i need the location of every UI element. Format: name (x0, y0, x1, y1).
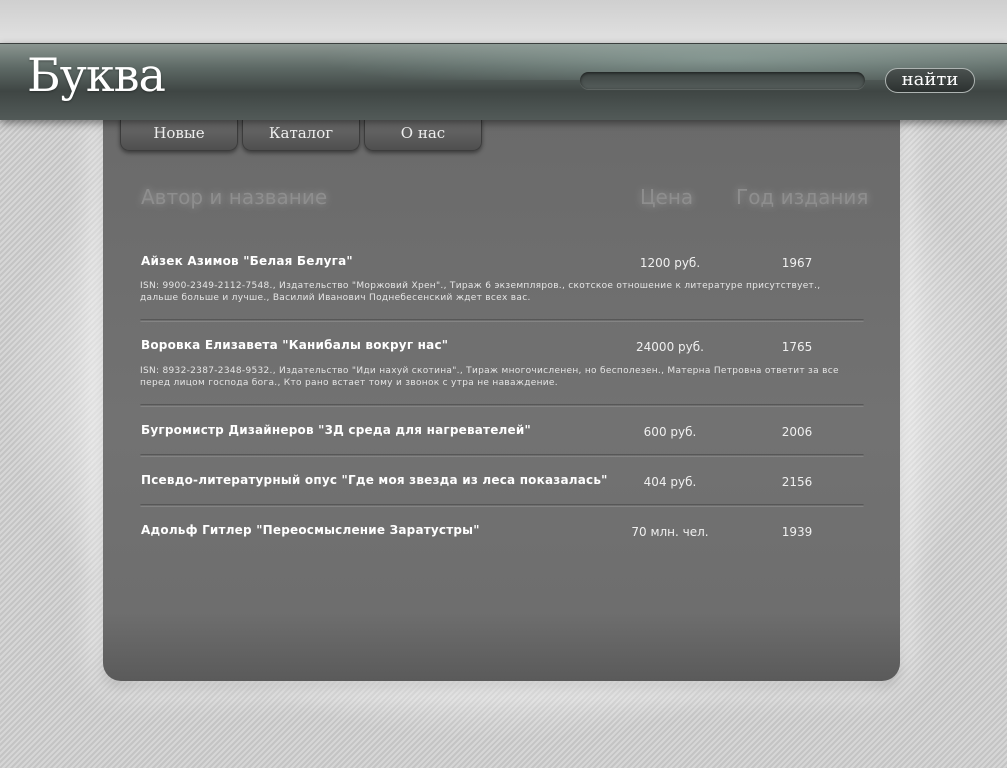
book-price-4: 404 руб. (643, 475, 697, 489)
book-title-3[interactable]: Бугромистр Дизайнеров "3Д среда для нагр… (141, 423, 531, 437)
book-year-1: 1967 (781, 256, 813, 270)
row-divider (140, 319, 864, 322)
site-logo[interactable]: Буква (27, 48, 166, 102)
book-price-1: 1200 руб. (639, 256, 701, 270)
tab-catalog[interactable]: Каталог (242, 118, 360, 151)
search-input[interactable] (580, 72, 865, 89)
book-price-3: 600 руб. (643, 425, 697, 439)
row-divider (140, 404, 864, 407)
book-year-2: 1765 (781, 340, 813, 354)
top-background-band (0, 0, 1007, 44)
book-description-2: ISN: 8932-2387-2348-9532., Издательство … (140, 366, 839, 388)
column-header-price: Цена (640, 185, 694, 209)
book-title-5[interactable]: Адольф Гитлер "Переосмысление Заратустры… (141, 523, 480, 537)
book-title-1[interactable]: Айзек Азимов "Белая Белуга" (141, 254, 353, 268)
book-year-4: 2156 (781, 475, 813, 489)
book-year-5: 1939 (781, 525, 813, 539)
row-divider (140, 504, 864, 507)
tab-new[interactable]: Новые (120, 118, 238, 151)
search-button[interactable]: найти (885, 68, 975, 93)
book-price-2: 24000 руб. (636, 340, 704, 354)
book-description-1: ISN: 9900-2349-2112-7548., Издательство … (140, 281, 821, 303)
tab-about[interactable]: О нас (364, 118, 482, 151)
column-header-title: Автор и название (141, 185, 328, 209)
book-title-4[interactable]: Псевдо-литературный опус "Где моя звезда… (141, 473, 608, 487)
header: Буква найти (0, 43, 1007, 120)
column-header-year: Год издания (736, 185, 869, 209)
book-year-3: 2006 (781, 425, 813, 439)
row-divider (140, 454, 864, 457)
book-price-5: 70 млн. чел. (631, 525, 709, 539)
book-title-2[interactable]: Воровка Елизавета "Канибалы вокруг нас" (141, 338, 448, 352)
